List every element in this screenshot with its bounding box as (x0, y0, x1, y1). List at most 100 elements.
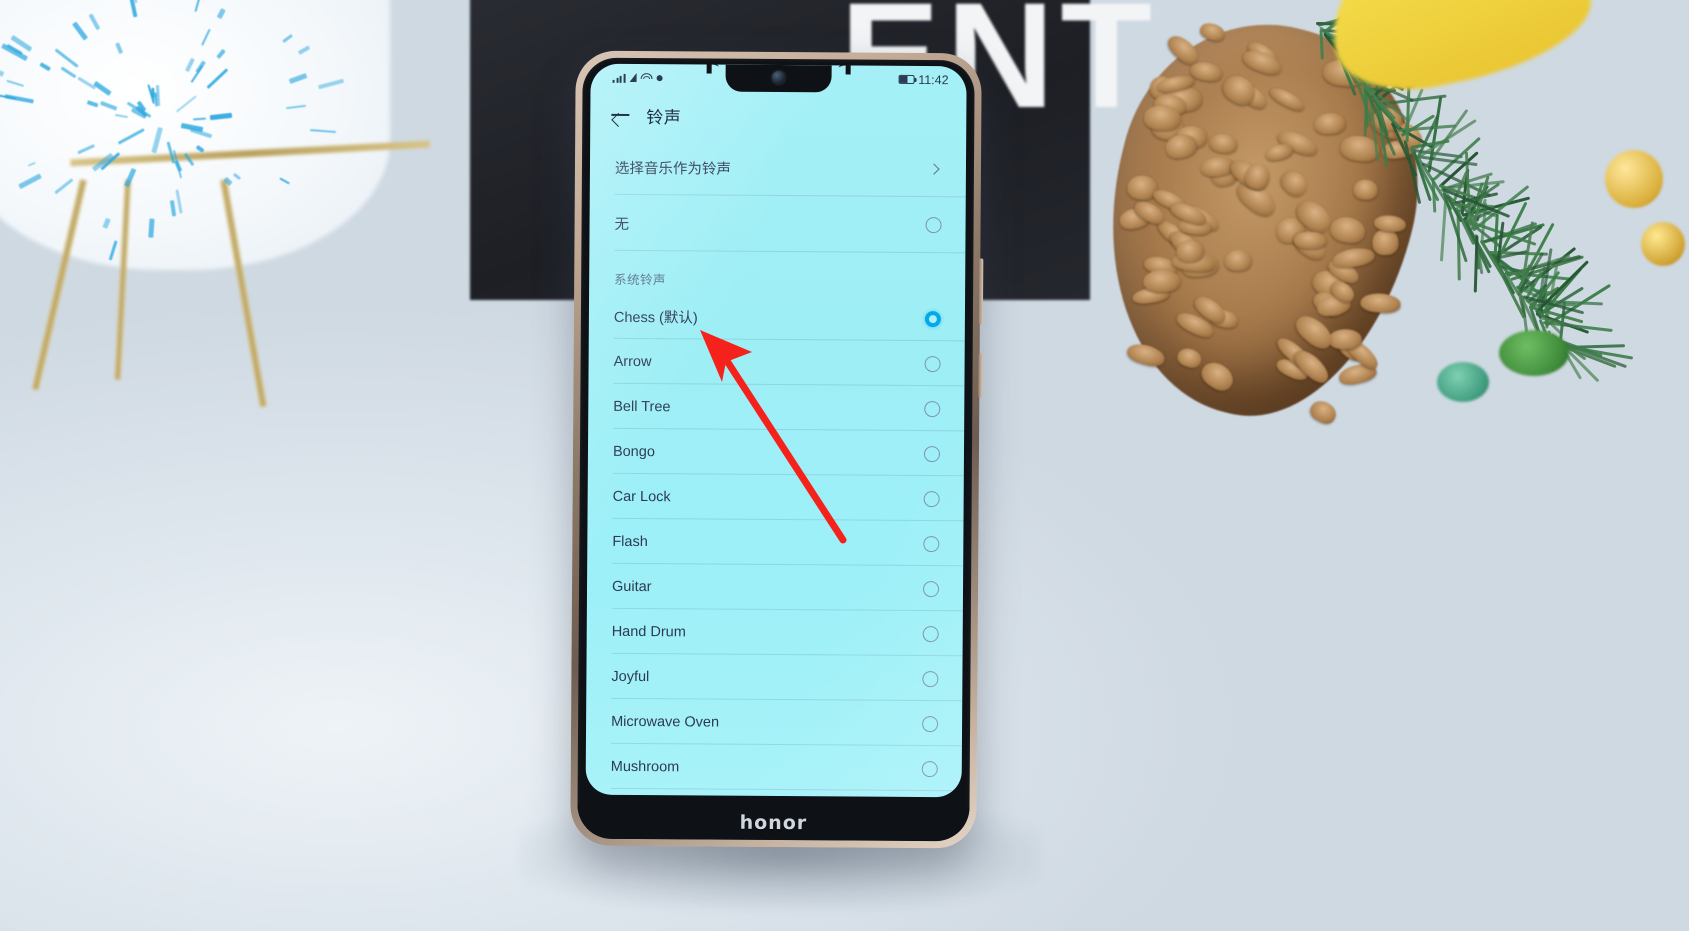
confetti-flake (195, 60, 206, 74)
confetti-flake (216, 7, 226, 19)
ringtone-label: Joyful (611, 668, 650, 685)
confetti-flake (151, 127, 164, 154)
confetti-flake (233, 172, 242, 181)
pinecone-scale (1175, 239, 1204, 263)
ringtone-row[interactable]: Joyful (586, 654, 962, 702)
ringtone-label: Bongo (612, 443, 655, 460)
radio-button[interactable] (925, 217, 942, 234)
phone-screen: 11:42 铃声 选择音乐作为铃声 无 系统铃声 Chess (默认) Arro… (585, 63, 967, 798)
pinecone-scale (1175, 345, 1205, 371)
confetti-flake (108, 240, 118, 261)
radio-button[interactable] (922, 580, 940, 597)
status-bar-clock: 11:42 (918, 72, 949, 87)
battery-icon (898, 74, 915, 84)
confetti-flake (93, 81, 112, 97)
confetti-flake (86, 99, 98, 108)
back-arrow-icon[interactable] (610, 105, 630, 125)
chevron-right-icon (928, 163, 940, 175)
dot-icon (656, 74, 663, 81)
page-title: 铃声 (646, 107, 682, 127)
confetti-flake (216, 49, 226, 60)
ringtone-label: Mushroom (610, 758, 680, 775)
ringtone-row[interactable]: Bell Tree (588, 384, 964, 432)
radio-button[interactable] (924, 310, 941, 327)
pinecone-scale (1208, 131, 1240, 156)
ringtone-row[interactable]: Arrow (588, 339, 964, 387)
radio-button[interactable] (924, 355, 941, 372)
ringtone-row[interactable]: Flash (587, 519, 963, 567)
honor-phone: 11:42 铃声 选择音乐作为铃声 无 系统铃声 Chess (默认) Arro… (570, 50, 984, 849)
pinecone-scale (1197, 357, 1239, 397)
ringtone-label: Bell Tree (613, 398, 671, 415)
confetti-flake (115, 42, 124, 55)
ringtone-row-none[interactable]: 无 (589, 195, 965, 254)
confetti-flake (40, 62, 52, 72)
confetti-flake (176, 95, 198, 114)
brand-logo: honor (739, 811, 808, 835)
confetti-flake (289, 73, 308, 85)
green-ornament (1499, 330, 1569, 376)
radio-button[interactable] (924, 400, 941, 417)
confetti-flake (282, 33, 293, 43)
confetti-flake (88, 13, 100, 31)
confetti-flake (192, 117, 206, 121)
radio-button[interactable] (921, 760, 938, 777)
confetti-flake (76, 144, 95, 155)
confetti-flake (210, 112, 233, 121)
ringtone-label: 无 (614, 216, 630, 233)
pick-music-label: 选择音乐作为铃声 (614, 160, 732, 178)
ringtone-row[interactable]: Bongo (588, 429, 964, 477)
ringtone-row[interactable]: Hand Drum (587, 609, 963, 657)
confetti-flake (4, 94, 34, 104)
confetti-flake (169, 199, 176, 216)
ringtone-row[interactable]: Microwave Oven (586, 699, 962, 747)
confetti-flake (18, 173, 42, 189)
confetti-flake (194, 0, 202, 13)
confetti-flake (223, 176, 233, 187)
ringtone-label: Hand Drum (611, 623, 686, 640)
front-camera-icon (772, 70, 786, 85)
confetti-flake (148, 218, 155, 239)
status-bar-right: 11:42 (898, 72, 949, 87)
confetti-splash (0, 0, 345, 330)
pinecone-scale (1224, 250, 1252, 272)
ringtone-label: Guitar (611, 578, 652, 595)
volume-button[interactable] (978, 258, 984, 325)
teal-ornament (1437, 362, 1489, 402)
pick-music-row[interactable]: 选择音乐作为铃声 (590, 139, 966, 198)
confetti-flake (55, 48, 79, 68)
data-triangle-icon (629, 72, 637, 83)
gold-ornament-1 (1605, 150, 1663, 208)
confetti-flake (5, 79, 24, 88)
radio-button[interactable] (923, 490, 940, 507)
ringtone-row[interactable]: Chess (默认) (589, 294, 965, 342)
ringtone-row[interactable]: Guitar (587, 564, 963, 612)
confetti-flake (297, 45, 311, 55)
confetti-flake (61, 66, 77, 79)
radio-button[interactable] (922, 715, 939, 732)
ringtone-label: Microwave Oven (611, 713, 720, 731)
radio-button[interactable] (923, 445, 941, 462)
ringtone-label: Flash (612, 533, 648, 550)
confetti-flake (114, 113, 128, 119)
confetti-flake (195, 145, 205, 154)
radio-button[interactable] (922, 670, 939, 687)
confetti-flake (175, 188, 183, 214)
confetti-flake (279, 177, 291, 186)
phone-bezel: 11:42 铃声 选择音乐作为铃声 无 系统铃声 Chess (默认) Arro… (577, 57, 975, 842)
confetti-flake (100, 100, 118, 111)
pinecone-scale (1143, 269, 1182, 292)
confetti-flake (54, 178, 73, 195)
confetti-flake (124, 167, 137, 187)
confetti-flake (185, 57, 196, 72)
ringtone-row[interactable]: Car Lock (588, 474, 964, 522)
confetti-flake (206, 68, 229, 90)
ringtone-row[interactable]: Mushroom (586, 744, 962, 792)
gold-ornament-2 (1641, 222, 1685, 266)
radio-button[interactable] (923, 535, 940, 552)
ringtone-label: Chess (默认) (613, 309, 698, 327)
radio-button[interactable] (922, 625, 939, 642)
power-button[interactable] (978, 353, 983, 398)
app-bar: 铃声 (590, 91, 966, 142)
confetti-flake (286, 104, 307, 110)
